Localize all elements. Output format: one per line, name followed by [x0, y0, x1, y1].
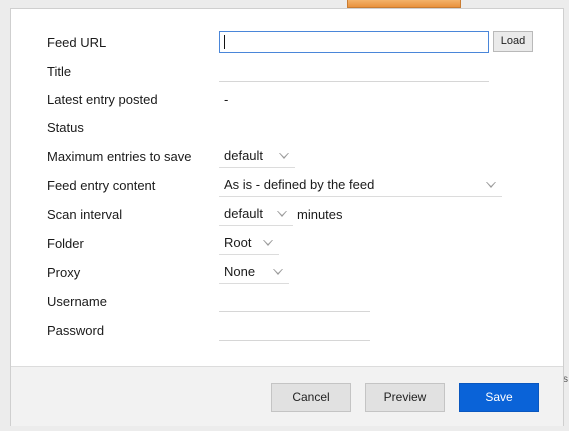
- scan-interval-label: Scan interval: [47, 207, 123, 222]
- proxy-select[interactable]: None: [219, 262, 289, 284]
- feed-settings-dialog: Feed URL Load Title Latest entry posted …: [10, 8, 564, 426]
- max-entries-select[interactable]: default: [219, 146, 295, 168]
- password-label: Password: [47, 323, 105, 338]
- chevron-down-icon: [486, 182, 496, 188]
- title-label: Title: [47, 64, 72, 79]
- folder-value: Root: [224, 235, 252, 250]
- folder-select[interactable]: Root: [219, 233, 279, 255]
- proxy-value: None: [224, 264, 256, 279]
- chevron-down-icon: [277, 211, 287, 217]
- max-entries-value: default: [224, 148, 264, 163]
- chevron-down-icon: [279, 153, 289, 159]
- load-button[interactable]: Load: [493, 31, 533, 52]
- scan-interval-unit: minutes: [297, 207, 343, 222]
- preview-button[interactable]: Preview: [365, 383, 445, 412]
- status-label: Status: [47, 120, 84, 135]
- title-input[interactable]: [219, 62, 489, 82]
- feed-url-input[interactable]: [219, 31, 489, 53]
- chevron-down-icon: [263, 240, 273, 246]
- username-label: Username: [47, 294, 107, 309]
- proxy-label: Proxy: [47, 265, 81, 280]
- cancel-button[interactable]: Cancel: [271, 383, 351, 412]
- entry-content-value: As is - defined by the feed: [224, 177, 375, 192]
- entry-content-label: Feed entry content: [47, 178, 156, 193]
- background-app-element: [347, 0, 461, 8]
- username-input[interactable]: [219, 292, 370, 312]
- folder-label: Folder: [47, 236, 84, 251]
- save-button[interactable]: Save: [459, 383, 539, 412]
- password-input[interactable]: [219, 321, 370, 341]
- feed-url-label: Feed URL: [47, 35, 107, 50]
- dialog-footer: Cancel Preview Save: [11, 366, 563, 426]
- text-caret: [224, 35, 225, 49]
- latest-entry-label: Latest entry posted: [47, 92, 158, 107]
- latest-entry-value: -: [224, 92, 229, 107]
- scan-interval-value: default: [224, 206, 264, 221]
- max-entries-label: Maximum entries to save: [47, 149, 192, 164]
- scan-interval-select[interactable]: default: [219, 204, 293, 226]
- entry-content-select[interactable]: As is - defined by the feed: [219, 175, 502, 197]
- chevron-down-icon: [273, 269, 283, 275]
